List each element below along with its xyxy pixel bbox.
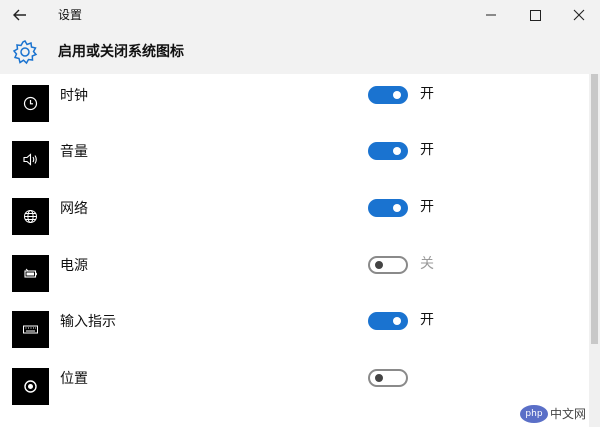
clock-icon xyxy=(23,96,38,111)
list-item-volume: 音量 开 xyxy=(0,141,590,197)
toggle-knob xyxy=(375,261,383,269)
volume-icon xyxy=(23,153,37,166)
item-label: 位置 xyxy=(60,371,88,387)
window-title: 设置 xyxy=(58,8,83,22)
watermark-text: 中文网 xyxy=(550,407,587,421)
toggle-state-text: 开 xyxy=(420,86,434,102)
close-button[interactable] xyxy=(556,0,600,30)
location-toggle[interactable] xyxy=(368,369,408,387)
input-indicator-toggle[interactable] xyxy=(368,312,408,330)
toggle-knob xyxy=(393,147,401,155)
list-item-network: 网络 开 xyxy=(0,198,590,254)
toggle-knob xyxy=(393,91,401,99)
toggle-knob xyxy=(375,374,383,382)
list-item-location: 位置 xyxy=(0,368,590,424)
toggle-state-text: 关 xyxy=(420,256,434,272)
maximize-button[interactable] xyxy=(512,0,558,30)
battery-icon xyxy=(24,268,37,278)
power-toggle[interactable] xyxy=(368,256,408,274)
toggle-knob xyxy=(393,204,401,212)
location-icon xyxy=(24,380,37,393)
list-item-input-indicator: 输入指示 开 xyxy=(0,311,590,367)
keyboard-icon xyxy=(23,325,38,334)
toggle-knob xyxy=(393,317,401,325)
item-label: 音量 xyxy=(60,144,88,160)
toggle-state-text: 开 xyxy=(420,142,434,158)
minimize-button[interactable] xyxy=(468,0,514,30)
watermark: php 中文网 xyxy=(520,405,596,425)
volume-tile xyxy=(12,141,49,178)
power-tile xyxy=(12,255,49,292)
toggle-state-text: 开 xyxy=(420,199,434,215)
scrollbar[interactable] xyxy=(589,74,600,427)
item-label: 电源 xyxy=(60,258,88,274)
item-label: 时钟 xyxy=(60,88,88,104)
network-globe-icon xyxy=(24,210,37,223)
input-indicator-tile xyxy=(12,311,49,348)
volume-toggle[interactable] xyxy=(368,142,408,160)
clock-tile xyxy=(12,85,49,122)
back-arrow-icon[interactable] xyxy=(10,5,32,25)
toggle-state-text: 开 xyxy=(420,312,434,328)
location-tile xyxy=(12,368,49,405)
scrollbar-thumb[interactable] xyxy=(591,74,598,344)
network-toggle[interactable] xyxy=(368,199,408,217)
list-item-clock: 时钟 开 xyxy=(0,85,590,141)
gear-icon xyxy=(12,40,38,65)
page-header: 启用或关闭系统图标 xyxy=(0,30,600,74)
page-title: 启用或关闭系统图标 xyxy=(58,44,184,60)
clock-toggle[interactable] xyxy=(368,86,408,104)
network-tile xyxy=(12,198,49,235)
watermark-logo: php xyxy=(520,405,548,423)
item-label: 输入指示 xyxy=(60,314,116,330)
list-item-power: 电源 关 xyxy=(0,255,590,311)
title-bar: 设置 xyxy=(0,0,600,30)
item-label: 网络 xyxy=(60,201,88,217)
